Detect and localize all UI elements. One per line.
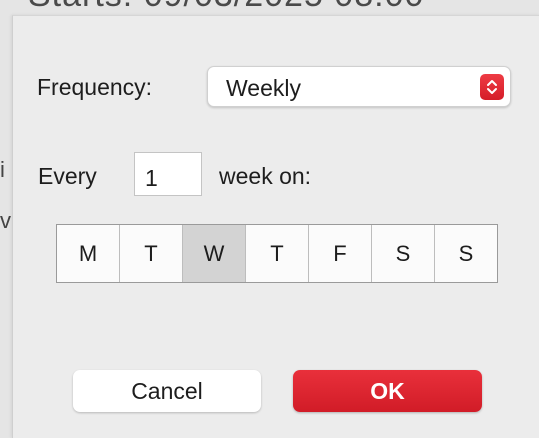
day-friday-toggle[interactable]: F	[309, 225, 372, 282]
frequency-label: Frequency:	[37, 74, 153, 100]
up-down-chevron-icon	[480, 74, 504, 100]
unit-label: week on:	[219, 163, 312, 189]
cancel-button[interactable]: Cancel	[73, 370, 261, 412]
frequency-value: Weekly	[226, 75, 301, 101]
background-start-text: Starts: 09/03/2025 08:00	[28, 0, 424, 15]
frequency-popup[interactable]: Weekly	[207, 66, 511, 107]
background-edge-fragment: i	[0, 157, 5, 182]
day-thursday-toggle[interactable]: T	[246, 225, 309, 282]
interval-field[interactable]	[134, 152, 202, 196]
recurrence-dialog: Frequency: Weekly Every week on: M T W T…	[12, 15, 539, 438]
ok-button[interactable]: OK	[293, 370, 482, 412]
day-sunday-toggle[interactable]: S	[435, 225, 497, 282]
every-label: Every	[38, 163, 97, 189]
weekday-selector: M T W T F S S	[56, 224, 498, 283]
background-edge-fragment: v	[0, 208, 11, 233]
day-tuesday-toggle[interactable]: T	[120, 225, 183, 282]
day-saturday-toggle[interactable]: S	[372, 225, 435, 282]
day-monday-toggle[interactable]: M	[57, 225, 120, 282]
day-wednesday-toggle[interactable]: W	[183, 225, 246, 282]
